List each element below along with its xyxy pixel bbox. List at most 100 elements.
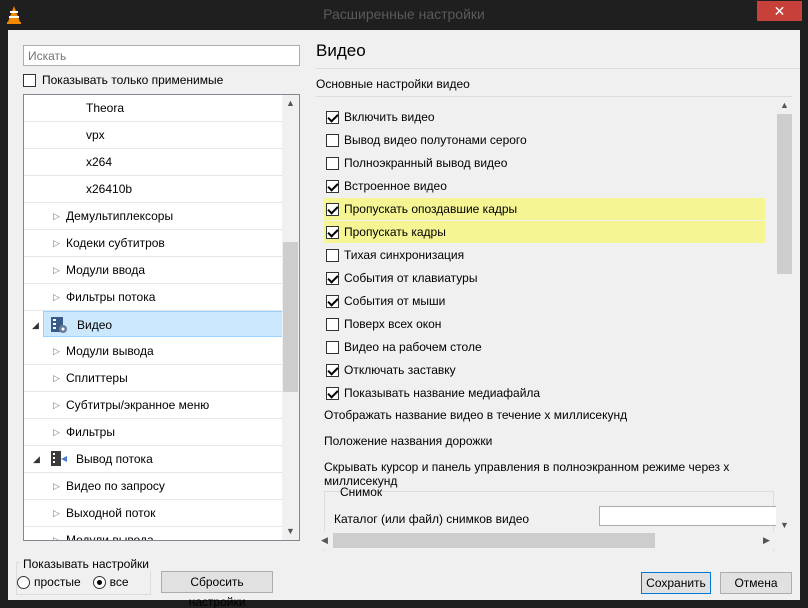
title-divider — [316, 68, 800, 69]
settings-vscroll-thumb[interactable] — [777, 114, 792, 274]
tree-item-label: Демультиплексоры — [66, 209, 174, 223]
option-row[interactable]: Вывод видео полутонами серого — [326, 129, 766, 151]
option-checkbox[interactable] — [326, 363, 339, 377]
option-checkbox[interactable] — [326, 340, 339, 354]
option-label: Поверх всех окон — [344, 317, 442, 331]
tree-item-label: x26410b — [86, 182, 133, 196]
tree-item[interactable]: ▷ Выходной поток — [24, 500, 284, 527]
tree-item-label: Сплиттеры — [66, 371, 128, 385]
collapse-arrow-icon[interactable]: ◢ — [32, 312, 40, 338]
simple-radio[interactable] — [17, 575, 30, 589]
all-radio-label: все — [109, 575, 129, 589]
video-film-icon — [51, 317, 67, 333]
option-row[interactable]: Поверх всех окон — [326, 313, 766, 335]
all-radio[interactable] — [92, 575, 106, 589]
option-row[interactable]: Включить видео — [326, 106, 766, 128]
option-checkbox[interactable] — [326, 294, 339, 308]
expand-arrow-icon[interactable]: ▷ — [53, 257, 61, 283]
tree-item[interactable]: x26410b — [24, 176, 284, 203]
search-input[interactable] — [23, 45, 300, 66]
option-label: Тихая синхронизация — [344, 248, 465, 262]
option-checkbox[interactable] — [326, 386, 339, 400]
tree-item[interactable]: ▷ Демультиплексоры — [24, 203, 284, 230]
expand-arrow-icon[interactable]: ▷ — [53, 527, 61, 540]
tree-item[interactable]: ▷ Видео по запросу — [24, 473, 284, 500]
scroll-down-icon[interactable]: ▼ — [282, 523, 299, 540]
expand-arrow-icon[interactable]: ▷ — [53, 230, 61, 256]
option-row[interactable]: События от клавиатуры — [326, 267, 766, 289]
section-subtitle: Основные настройки видео — [316, 77, 470, 91]
settings-hscroll-thumb[interactable] — [333, 533, 655, 548]
close-button[interactable]: ✕ — [757, 1, 802, 21]
tree-item[interactable]: Theora — [24, 95, 284, 122]
tree-item[interactable]: ◢ Видео — [32, 311, 283, 337]
expand-arrow-icon[interactable]: ▷ — [53, 203, 61, 229]
only-applicable-row[interactable]: Показывать только применимые — [23, 73, 223, 87]
option-label: Пропускать опоздавшие кадры — [344, 202, 518, 216]
option-label: Отключать заставку — [344, 363, 456, 377]
collapse-arrow-icon[interactable]: ◢ — [33, 446, 40, 472]
tree-item[interactable]: ▷ Сплиттеры — [24, 365, 284, 392]
tree-item-label: Фильтры потока — [66, 290, 156, 304]
option-row[interactable]: Встроенное видео — [326, 175, 766, 197]
tree-item-label: Theora — [86, 101, 125, 115]
tree-item[interactable]: ▷ Модули ввода — [24, 257, 284, 284]
expand-arrow-icon[interactable]: ▷ — [53, 392, 61, 418]
option-checkbox[interactable] — [326, 156, 339, 170]
expand-arrow-icon[interactable]: ▷ — [53, 419, 61, 445]
option-label: Полноэкранный вывод видео — [344, 156, 508, 170]
expand-arrow-icon[interactable]: ▷ — [53, 500, 61, 526]
tree-item-label: Модули вывода — [66, 533, 154, 541]
snapshot-dir-input[interactable] — [599, 506, 779, 526]
scroll-left-icon[interactable]: ◀ — [316, 532, 333, 549]
option-row[interactable]: Показывать название медиафайла — [326, 382, 766, 404]
option-label: Показывать название медиафайла — [344, 386, 541, 400]
settings-vscrollbar[interactable]: ▲ ▼ — [776, 97, 793, 534]
cancel-button[interactable]: Отмена — [720, 572, 792, 594]
save-button[interactable]: Сохранить — [641, 572, 711, 594]
option-row[interactable]: Тихая синхронизация — [326, 244, 766, 266]
stream-output-icon — [51, 451, 67, 466]
option-checkbox[interactable] — [326, 202, 339, 216]
option-checkbox[interactable] — [326, 317, 339, 331]
option-row[interactable]: Пропускать кадры — [324, 221, 765, 243]
expand-arrow-icon[interactable]: ▷ — [53, 338, 61, 364]
tree-item[interactable]: ▷ Модули вывода — [24, 527, 284, 541]
tree-item[interactable]: ▷ Модули вывода — [24, 338, 284, 365]
reset-settings-button[interactable]: Сбросить настройки — [161, 571, 273, 608]
tree-item[interactable]: ▷ Фильтры — [24, 419, 284, 446]
option-row[interactable]: Отключать заставку — [326, 359, 766, 381]
option-checkbox[interactable] — [326, 110, 339, 124]
hide-cursor-label: Скрывать курсор и панель управления в по… — [324, 460, 730, 488]
tree-item[interactable]: ▷ Кодеки субтитров — [24, 230, 284, 257]
tree-item-label: Кодеки субтитров — [66, 236, 165, 250]
expand-arrow-icon[interactable]: ▷ — [53, 365, 61, 391]
settings-hscrollbar[interactable]: ◀ ▶ — [316, 532, 775, 549]
option-row[interactable]: Пропускать опоздавшие кадры — [324, 198, 765, 220]
tree-item[interactable]: ◢ Вывод потока — [24, 446, 284, 473]
option-row[interactable]: События от мыши — [326, 290, 766, 312]
tree-item-label: Фильтры — [66, 425, 115, 439]
tree-item[interactable]: vpx — [24, 122, 284, 149]
option-label: События от мыши — [344, 294, 446, 308]
option-checkbox[interactable] — [326, 225, 339, 239]
expand-arrow-icon[interactable]: ▷ — [53, 284, 61, 310]
option-checkbox[interactable] — [326, 133, 339, 147]
option-checkbox[interactable] — [326, 271, 339, 285]
tree-item[interactable]: ▷ Субтитры/экранное меню — [24, 392, 284, 419]
option-row[interactable]: Полноэкранный вывод видео — [326, 152, 766, 174]
scroll-up-icon[interactable]: ▲ — [282, 95, 299, 112]
tree-item[interactable]: ▷ Фильтры потока — [24, 284, 284, 311]
option-checkbox[interactable] — [326, 179, 339, 193]
tree-item[interactable]: x264 — [24, 149, 284, 176]
scroll-right-icon[interactable]: ▶ — [758, 532, 775, 549]
option-checkbox[interactable] — [326, 248, 339, 262]
tree-scrollbar[interactable]: ▲ ▼ — [282, 95, 299, 540]
expand-arrow-icon[interactable]: ▷ — [53, 473, 61, 499]
scroll-down-icon[interactable]: ▼ — [776, 517, 793, 534]
tree-scroll-thumb[interactable] — [283, 242, 298, 392]
scroll-up-icon[interactable]: ▲ — [776, 97, 793, 114]
option-row[interactable]: Видео на рабочем столе — [326, 336, 766, 358]
only-applicable-checkbox[interactable] — [23, 73, 36, 87]
tree-item-label: Субтитры/экранное меню — [66, 398, 210, 412]
